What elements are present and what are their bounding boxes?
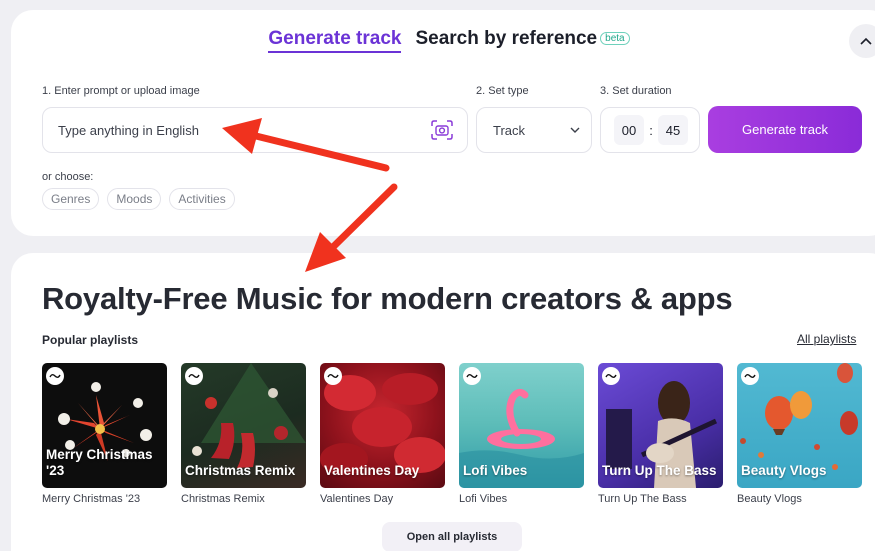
playlist-card-christmas-remix[interactable]: Christmas Remix Christmas Remix [181, 363, 306, 505]
duration-field: 00 : 45 [600, 107, 700, 153]
wave-icon [741, 367, 759, 385]
chevron-down-icon [570, 127, 580, 133]
playlist-card-lofi-vibes[interactable]: Lofi Vibes Lofi Vibes [459, 363, 584, 505]
playlist-caption: Beauty Vlogs [737, 493, 802, 505]
page-headline: Royalty-Free Music for modern creators &… [42, 281, 733, 316]
chip-moods[interactable]: Moods [107, 188, 162, 210]
playlist-card-merry-christmas[interactable]: Merry Christmas '23 Merry Christmas '23 [42, 363, 167, 505]
wave-icon [185, 367, 203, 385]
wave-icon [46, 367, 64, 385]
playlist-caption: Turn Up The Bass [598, 493, 687, 505]
tab-search-by-reference[interactable]: Search by reference beta [415, 28, 630, 53]
playlist-cover: Turn Up The Bass [598, 363, 723, 488]
playlist-cover: Merry Christmas '23 [42, 363, 167, 488]
collapse-button[interactable] [849, 24, 875, 58]
playlist-caption: Valentines Day [320, 493, 394, 505]
duration-seconds[interactable]: 45 [658, 115, 688, 145]
playlist-caption: Merry Christmas '23 [42, 493, 141, 505]
playlist-cover: Beauty Vlogs [737, 363, 862, 488]
playlist-caption: Christmas Remix [181, 493, 265, 505]
camera-icon[interactable] [431, 120, 453, 140]
tab-generate-track[interactable]: Generate track [268, 28, 402, 53]
all-playlists-link[interactable]: All playlists [797, 332, 856, 346]
duration-label: 3. Set duration [600, 85, 672, 97]
prompt-label: 1. Enter prompt or upload image [42, 85, 200, 97]
playlist-caption: Lofi Vibes [459, 493, 508, 505]
mode-tabs: Generate track Search by reference beta [11, 28, 875, 53]
playlist-cover-title: Beauty Vlogs [741, 463, 827, 478]
playlist-card-valentines-day[interactable]: Valentines Day Valentines Day [320, 363, 445, 505]
playlist-card-turn-up-the-bass[interactable]: Turn Up The Bass Turn Up The Bass [598, 363, 723, 505]
filter-chips: Genres Moods Activities [42, 188, 235, 210]
type-select[interactable]: Track [476, 107, 592, 153]
playlist-cover-title: Lofi Vibes [463, 463, 528, 478]
playlist-cover-title: Valentines Day [324, 463, 420, 478]
wave-icon [463, 367, 481, 385]
playlist-cover: Lofi Vibes [459, 363, 584, 488]
popular-playlists-label: Popular playlists [42, 333, 139, 347]
wave-icon [324, 367, 342, 385]
prompt-input[interactable]: Type anything in English [42, 107, 468, 153]
duration-minutes[interactable]: 00 [614, 115, 644, 145]
playlist-cover: Valentines Day [320, 363, 445, 488]
or-choose-label: or choose: [42, 171, 94, 183]
playlist-cover-title: Merry Christmas '23 [46, 447, 153, 478]
duration-separator: : [649, 122, 653, 138]
open-all-playlists-button[interactable]: Open all playlists [382, 522, 522, 551]
beta-badge: beta [600, 32, 630, 45]
playlist-card-beauty-vlogs[interactable]: Beauty Vlogs Beauty Vlogs [737, 363, 862, 505]
playlist-cover: Christmas Remix [181, 363, 306, 488]
generator-card: Generate track Search by reference beta 1… [11, 10, 875, 236]
chip-genres[interactable]: Genres [42, 188, 100, 210]
generate-track-button[interactable]: Generate track [708, 106, 862, 153]
chip-activities[interactable]: Activities [169, 188, 235, 210]
playlist-cover-title: Christmas Remix [185, 463, 296, 478]
wave-icon [602, 367, 620, 385]
prompt-placeholder: Type anything in English [58, 122, 199, 138]
playlist-cover-title: Turn Up The Bass [602, 463, 717, 478]
chevron-up-icon [860, 37, 872, 45]
type-label: 2. Set type [476, 85, 529, 97]
type-value: Track [493, 122, 526, 138]
playlists-card: Royalty-Free Music for modern creators &… [11, 253, 875, 551]
tab-search-label: Search by reference [415, 28, 598, 49]
